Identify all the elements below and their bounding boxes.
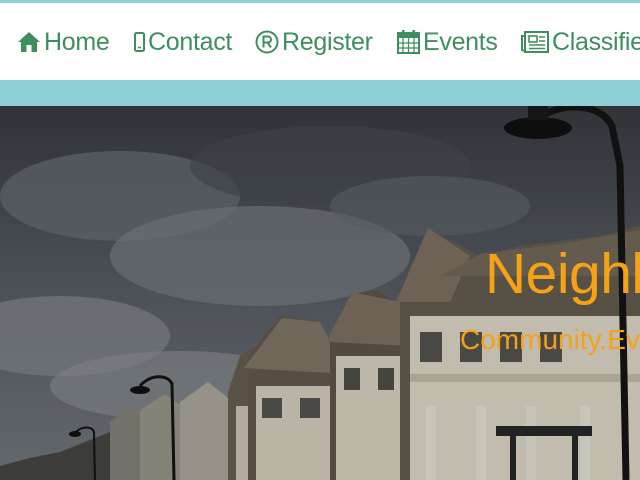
registered-icon: [255, 30, 279, 54]
nav-events-label: Events: [423, 27, 498, 56]
nav-events-link[interactable]: Events: [397, 25, 498, 59]
main-navbar: Home Contact Register Events Classifie: [0, 3, 640, 80]
hero-banner: Neighborhood Community.Events: [0, 106, 640, 480]
nav-register-link[interactable]: Register: [255, 25, 373, 59]
home-icon: [17, 31, 41, 53]
nav-register-label: Register: [282, 27, 373, 56]
hero-subtitle: Community.Events: [460, 324, 640, 355]
mobile-phone-icon: [134, 32, 145, 52]
hero-title: Neighborhood: [485, 242, 640, 306]
nav-accent-bar: [0, 80, 640, 106]
newspaper-icon: [521, 31, 549, 53]
nav-home-label: Home: [44, 27, 110, 56]
nav-classifieds-link[interactable]: Classifieds: [521, 25, 640, 59]
nav-home-link[interactable]: Home: [17, 25, 110, 59]
nav-contact-label: Contact: [148, 27, 233, 56]
calendar-icon: [397, 30, 420, 54]
nav-contact-link[interactable]: Contact: [134, 25, 232, 59]
nav-classifieds-label: Classifieds: [552, 27, 640, 56]
